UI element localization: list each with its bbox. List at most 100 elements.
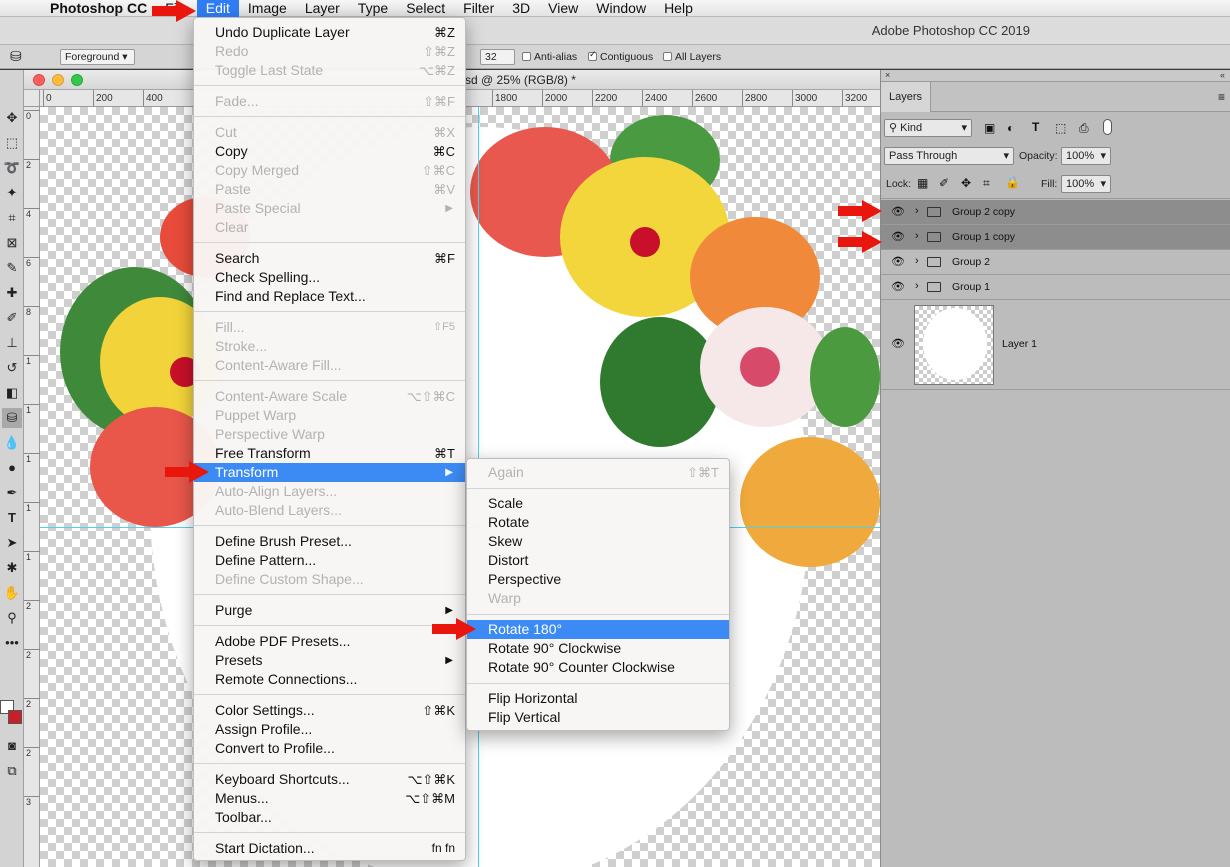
menu-item-purge[interactable]: Purge ▶ xyxy=(194,601,465,620)
menu-item-define-pattern[interactable]: Define Pattern... xyxy=(194,551,465,570)
submenu-item-rotate-90-cw[interactable]: Rotate 90° Clockwise xyxy=(467,639,729,658)
menu-help[interactable]: Help xyxy=(655,0,702,17)
history-brush-tool-icon[interactable]: ↺ xyxy=(2,358,22,378)
layer-row-group-1-copy[interactable]: 👁 › Group 1 copy xyxy=(881,225,1230,250)
menu-item-puppet-warp[interactable]: Puppet Warp xyxy=(194,406,465,425)
menu-item-search[interactable]: Search ⌘F xyxy=(194,249,465,268)
lasso-tool-icon[interactable]: ➰ xyxy=(2,158,22,178)
all-layers-checkbox[interactable]: All Layers xyxy=(663,51,721,63)
zoom-tool-icon[interactable]: ⚲ xyxy=(2,608,22,628)
collapse-panel-icon[interactable]: « xyxy=(1220,70,1225,80)
screen-mode-icon[interactable]: ⧉ xyxy=(2,761,22,781)
blur-tool-icon[interactable]: 💧 xyxy=(2,433,22,453)
visibility-eye-icon[interactable]: 👁 xyxy=(891,231,905,243)
background-color-swatch[interactable] xyxy=(8,710,22,724)
menu-edit[interactable]: Edit xyxy=(196,0,239,17)
lock-image-icon[interactable]: ✐ xyxy=(939,176,949,190)
menu-item-free-transform[interactable]: Free Transform ⌘T xyxy=(194,444,465,463)
menu-item-define-brush[interactable]: Define Brush Preset... xyxy=(194,532,465,551)
menu-3d[interactable]: 3D xyxy=(503,0,539,17)
filter-adjustment-icon[interactable]: ◐ xyxy=(1007,121,1014,135)
menu-view[interactable]: View xyxy=(539,0,587,17)
menu-item-start-dictation[interactable]: Start Dictation... fn fn xyxy=(194,839,465,858)
menu-item-color-settings[interactable]: Color Settings... ⇧⌘K xyxy=(194,701,465,720)
close-panel-icon[interactable]: × xyxy=(885,70,890,80)
submenu-item-flip-horizontal[interactable]: Flip Horizontal xyxy=(467,689,729,708)
layer-row-group-1[interactable]: 👁 › Group 1 xyxy=(881,275,1230,300)
menu-item-fade[interactable]: Fade... ⇧⌘F xyxy=(194,92,465,111)
type-tool-icon[interactable]: T xyxy=(2,508,22,528)
submenu-item-distort[interactable]: Distort xyxy=(467,551,729,570)
filter-shape-icon[interactable]: ⬚ xyxy=(1055,121,1066,135)
menu-item-perspective-warp[interactable]: Perspective Warp xyxy=(194,425,465,444)
menu-item-auto-blend[interactable]: Auto-Blend Layers... xyxy=(194,501,465,520)
move-tool-icon[interactable]: ✥ xyxy=(2,108,22,128)
stamp-tool-icon[interactable]: ⊥ xyxy=(2,333,22,353)
layer-row-group-2[interactable]: 👁 › Group 2 xyxy=(881,250,1230,275)
filter-pixel-icon[interactable]: ▣ xyxy=(984,121,995,135)
menu-item-undo[interactable]: Undo Duplicate Layer ⌘Z xyxy=(194,23,465,42)
submenu-item-warp[interactable]: Warp xyxy=(467,589,729,608)
menu-item-content-aware-fill[interactable]: Content-Aware Fill... xyxy=(194,356,465,375)
dodge-tool-icon[interactable]: ● xyxy=(2,458,22,478)
menu-item-paste[interactable]: Paste ⌘V xyxy=(194,180,465,199)
menu-item-transform[interactable]: Transform ▶ xyxy=(194,463,465,482)
menu-item-toggle-last-state[interactable]: Toggle Last State ⌥⌘Z xyxy=(194,61,465,80)
menu-item-stroke[interactable]: Stroke... xyxy=(194,337,465,356)
submenu-item-rotate-180[interactable]: Rotate 180° xyxy=(467,620,729,639)
visibility-eye-icon[interactable]: 👁 xyxy=(891,281,905,293)
ruler-origin[interactable] xyxy=(24,90,40,107)
chevron-right-icon[interactable]: › xyxy=(915,230,919,242)
eyedropper-tool-icon[interactable]: ✎ xyxy=(2,258,22,278)
filter-kind-select[interactable]: ⚲ Kind ▾ xyxy=(884,119,972,137)
submenu-item-flip-vertical[interactable]: Flip Vertical xyxy=(467,708,729,727)
menu-type[interactable]: Type xyxy=(349,0,397,17)
paint-bucket-tool-icon[interactable]: ⛁ xyxy=(10,48,22,65)
filter-smart-object-icon[interactable]: ⎙ xyxy=(1079,121,1089,136)
menu-item-fill[interactable]: Fill... ⇧F5 xyxy=(194,318,465,337)
submenu-item-rotate-90-ccw[interactable]: Rotate 90° Counter Clockwise xyxy=(467,658,729,677)
menu-item-define-shape[interactable]: Define Custom Shape... xyxy=(194,570,465,589)
menu-item-assign-profile[interactable]: Assign Profile... xyxy=(194,720,465,739)
tolerance-input[interactable]: 32 xyxy=(480,49,515,65)
menu-filter[interactable]: Filter xyxy=(454,0,503,17)
frame-tool-icon[interactable]: ⊠ xyxy=(2,233,22,253)
menu-item-redo[interactable]: Redo ⇧⌘Z xyxy=(194,42,465,61)
quick-mask-icon[interactable]: ◙ xyxy=(2,736,22,756)
menu-item-find-replace[interactable]: Find and Replace Text... xyxy=(194,287,465,306)
submenu-item-skew[interactable]: Skew xyxy=(467,532,729,551)
apple-menu-icon[interactable] xyxy=(0,0,36,17)
opacity-input[interactable]: 100% ▾ xyxy=(1061,147,1111,165)
zoom-window-icon[interactable] xyxy=(71,74,83,86)
close-window-icon[interactable] xyxy=(33,74,45,86)
panel-menu-icon[interactable]: ≡ xyxy=(1218,90,1225,104)
tab-layers[interactable]: Layers xyxy=(881,82,931,112)
magic-wand-tool-icon[interactable]: ✦ xyxy=(2,183,22,203)
menu-item-copy[interactable]: Copy ⌘C xyxy=(194,142,465,161)
paint-bucket-tool-active-icon[interactable]: ⛁ xyxy=(2,408,22,428)
filter-toggle-icon[interactable] xyxy=(1103,119,1112,135)
layer-row-layer-1[interactable]: 👁 Layer 1 xyxy=(881,300,1230,390)
chevron-right-icon[interactable]: › xyxy=(915,255,919,267)
lock-position-icon[interactable]: ✥ xyxy=(961,176,971,190)
submenu-item-again[interactable]: Again ⇧⌘T xyxy=(467,463,729,482)
menu-item-check-spelling[interactable]: Check Spelling... xyxy=(194,268,465,287)
brush-tool-icon[interactable]: ✐ xyxy=(2,308,22,328)
submenu-item-rotate[interactable]: Rotate xyxy=(467,513,729,532)
menu-item-paste-special[interactable]: Paste Special ▶ xyxy=(194,199,465,218)
minimize-window-icon[interactable] xyxy=(52,74,64,86)
eraser-tool-icon[interactable]: ◧ xyxy=(2,383,22,403)
crop-tool-icon[interactable]: ⌗ xyxy=(2,208,22,228)
visibility-eye-icon[interactable]: 👁 xyxy=(891,206,905,218)
visibility-eye-icon[interactable]: 👁 xyxy=(891,338,905,350)
menu-item-copy-merged[interactable]: Copy Merged ⇧⌘C xyxy=(194,161,465,180)
healing-brush-tool-icon[interactable]: ✚ xyxy=(2,283,22,303)
menu-item-cut[interactable]: Cut ⌘X xyxy=(194,123,465,142)
menu-layer[interactable]: Layer xyxy=(296,0,349,17)
filter-type-icon[interactable]: T xyxy=(1032,120,1039,134)
vertical-ruler[interactable]: 0 2 4 6 8 1 1 1 1 1 2 2 2 2 3 xyxy=(24,107,40,867)
menu-image[interactable]: Image xyxy=(239,0,296,17)
hand-tool-icon[interactable]: ✋ xyxy=(2,583,22,603)
shape-tool-icon[interactable]: ✱ xyxy=(2,558,22,578)
menu-item-menus[interactable]: Menus... ⌥⇧⌘M xyxy=(194,789,465,808)
